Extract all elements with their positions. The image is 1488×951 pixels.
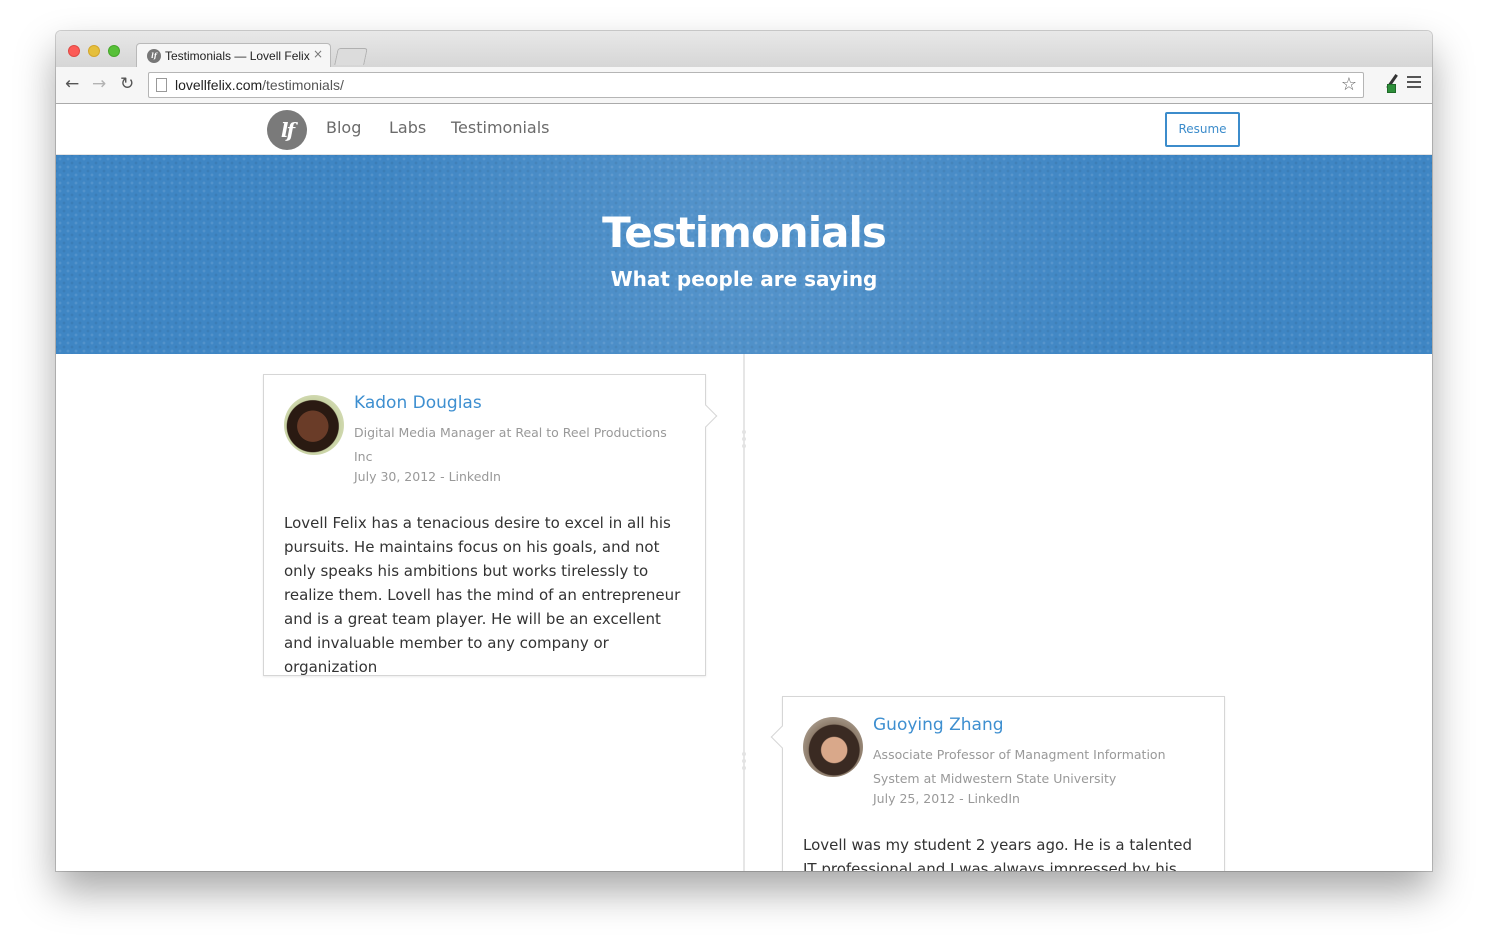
bookmark-star-icon[interactable]: ☆ — [1341, 74, 1357, 95]
favicon-icon: lf — [147, 49, 161, 63]
reload-icon[interactable]: ↻ — [120, 75, 134, 93]
tab-strip: lf Testimonials — Lovell Felix × — [56, 31, 1432, 68]
card-pointer — [770, 725, 794, 749]
avatar — [803, 717, 863, 777]
tab-close-icon[interactable]: × — [313, 47, 323, 61]
testimonial-date-source: July 30, 2012 - LinkedIn — [354, 469, 501, 484]
testimonial-author-name[interactable]: Guoying Zhang — [873, 715, 1004, 735]
forward-arrow-icon[interactable]: → — [92, 75, 106, 93]
window-minimize-button[interactable] — [88, 45, 100, 57]
tab-title: Testimonials — Lovell Felix — [165, 49, 310, 63]
testimonial-quote: Lovell was my student 2 years ago. He is… — [803, 836, 1193, 871]
testimonial-card: Guoying Zhang Associate Professor of Man… — [770, 696, 1225, 871]
url-text: lovellfelix.com/testimonials/ — [175, 77, 344, 93]
testimonial-author-role: Digital Media Manager at Real to Reel Pr… — [354, 425, 667, 464]
nav-link-blog[interactable]: Blog — [326, 118, 361, 137]
page-icon — [156, 78, 167, 92]
testimonial-quote: Lovell Felix has a tenacious desire to e… — [284, 514, 681, 676]
page-title: Testimonials — [602, 208, 887, 257]
testimonial-author-name[interactable]: Kadon Douglas — [354, 393, 482, 413]
window-maximize-button[interactable] — [108, 45, 120, 57]
back-arrow-icon[interactable]: ← — [65, 75, 79, 93]
address-bar[interactable]: lovellfelix.com/testimonials/ ☆ — [148, 72, 1364, 98]
timeline-connector — [742, 430, 746, 452]
site-navbar: lf Blog Labs Testimonials Resume — [56, 104, 1432, 155]
site-logo[interactable]: lf — [267, 110, 307, 150]
extension-icon[interactable] — [1378, 72, 1398, 94]
timeline-connector — [742, 752, 746, 774]
url-path: /testimonials/ — [262, 77, 344, 93]
hero-banner: Testimonials What people are saying — [56, 155, 1432, 354]
nav-link-testimonials[interactable]: Testimonials — [451, 118, 550, 137]
resume-button[interactable]: Resume — [1165, 112, 1240, 147]
nav-link-labs[interactable]: Labs — [389, 118, 426, 137]
url-host: lovellfelix.com — [175, 77, 263, 93]
card-pointer — [694, 404, 718, 428]
testimonial-author-role: Associate Professor of Managment Informa… — [873, 747, 1166, 786]
browser-tab[interactable]: lf Testimonials — Lovell Felix × — [136, 43, 331, 68]
page-subtitle: What people are saying — [610, 267, 878, 291]
new-tab-button[interactable] — [334, 48, 368, 65]
testimonial-date-source: July 25, 2012 - LinkedIn — [873, 791, 1020, 806]
avatar — [284, 395, 344, 455]
window-close-button[interactable] — [68, 45, 80, 57]
browser-toolbar: ← → ↻ lovellfelix.com/testimonials/ ☆ — [56, 67, 1432, 104]
website: lf Blog Labs Testimonials Resume Testimo… — [56, 104, 1432, 871]
testimonial-card: Kadon Douglas Digital Media Manager at R… — [263, 374, 718, 676]
hamburger-menu-icon[interactable] — [1407, 76, 1421, 91]
browser-window: lf Testimonials — Lovell Felix × ← → ↻ l… — [56, 31, 1432, 871]
